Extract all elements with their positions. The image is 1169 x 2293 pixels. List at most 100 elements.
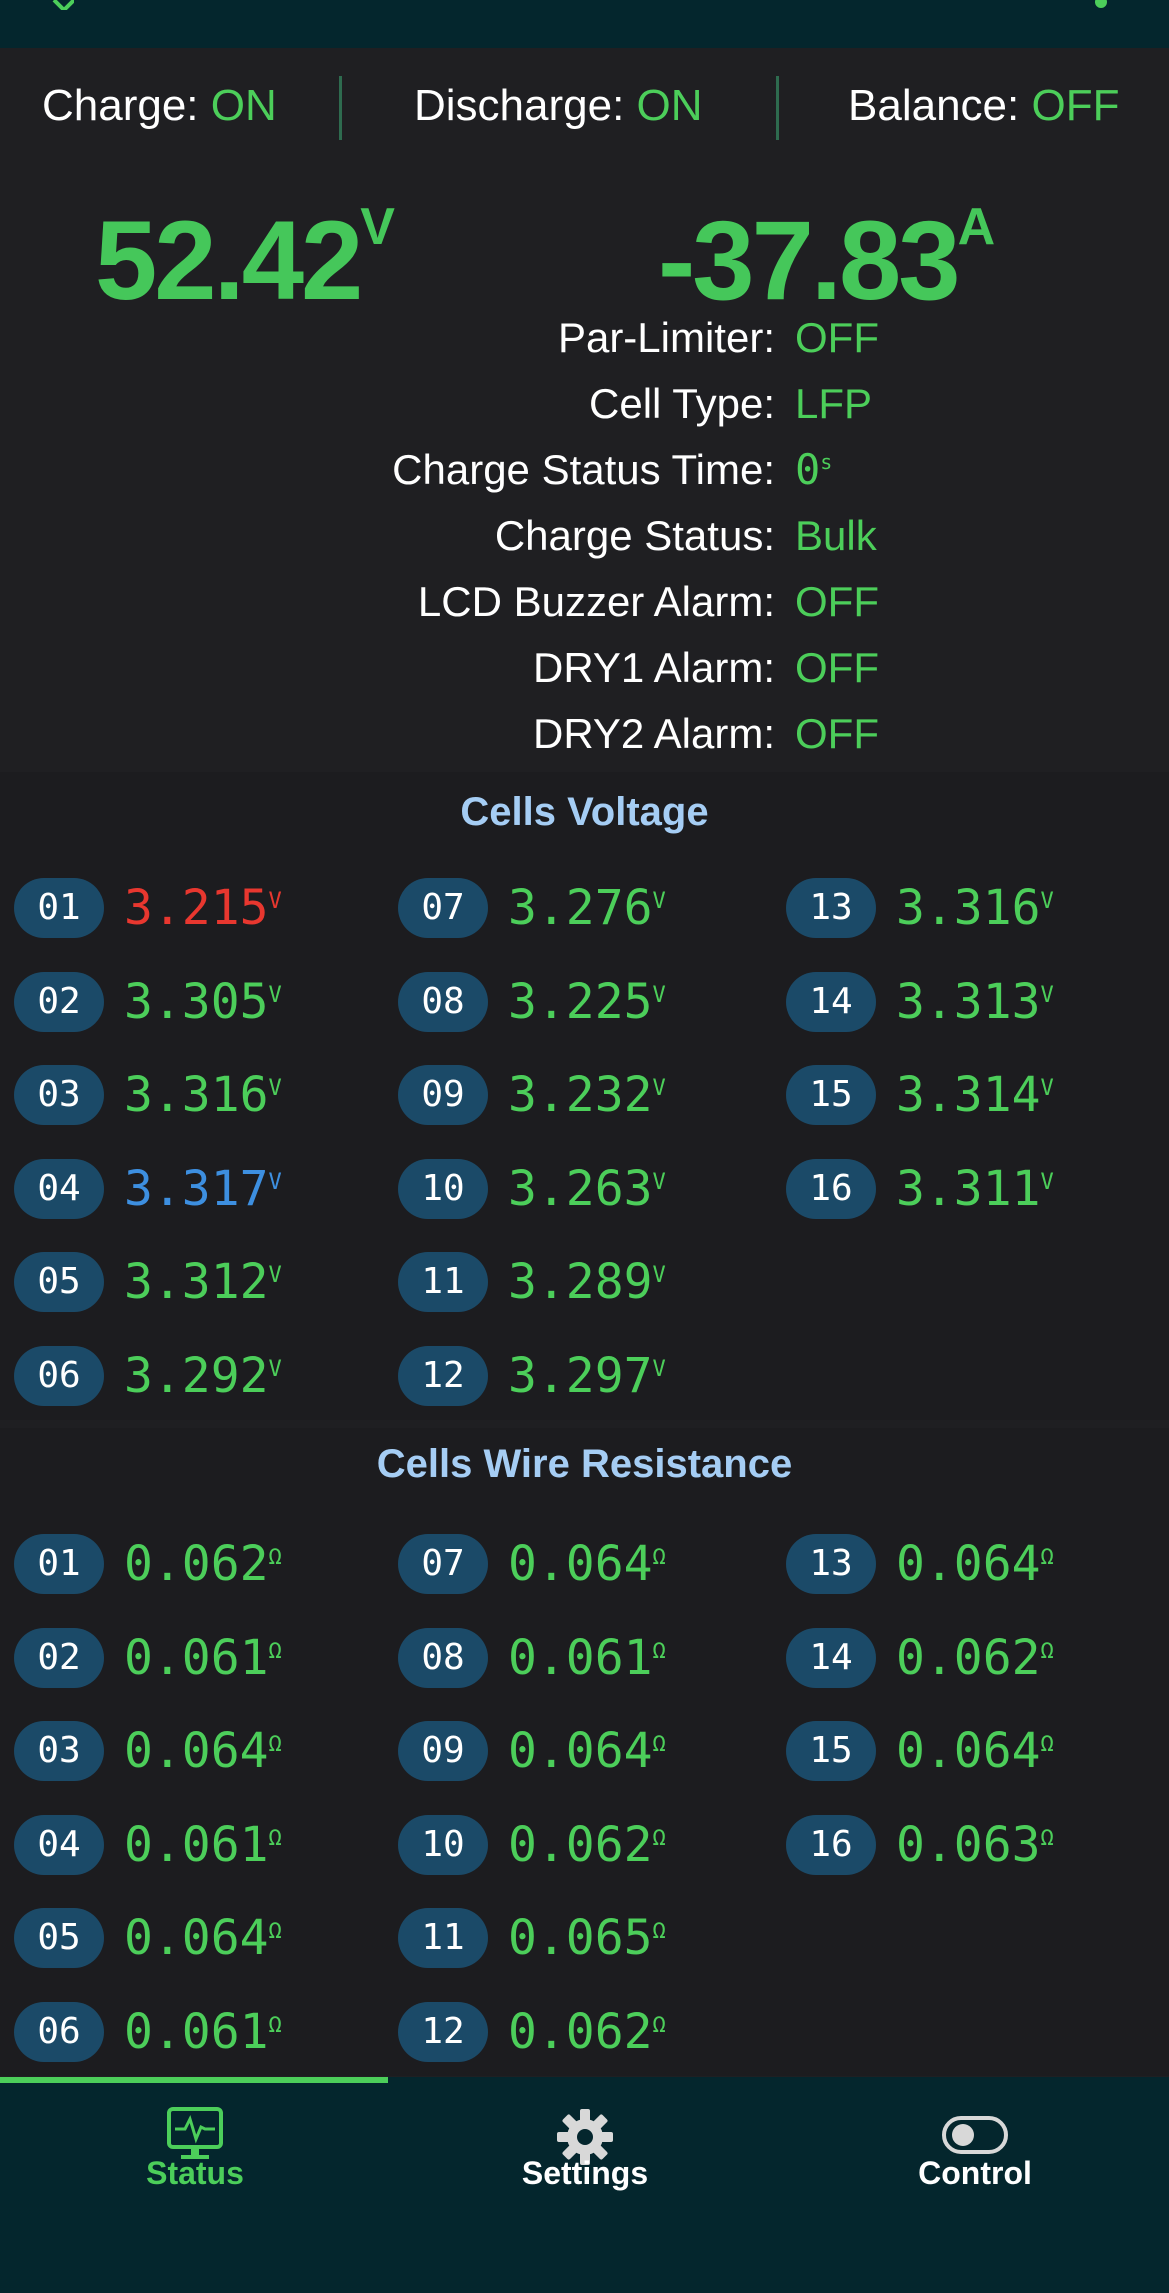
info-row-charge-status-time: Charge Status Time: 0s [0, 442, 1169, 498]
info-row-charge-status: Charge Status: Bulk [0, 508, 1169, 564]
cell-value-number: 0.062 [124, 1536, 269, 1592]
balance-label: Balance: [848, 81, 1020, 130]
cell-value-number: 0.062 [508, 2003, 653, 2060]
info-value: LFP [795, 380, 873, 427]
cell-value-number: 0.061 [124, 1629, 269, 1686]
cell-value-number: 3.225 [508, 973, 653, 1030]
cell-value-number: 3.232 [508, 1067, 653, 1123]
cell-value: 0.062Ω [124, 1530, 282, 1598]
cell-value: 3.316V [896, 874, 1054, 942]
cell-value-number: 0.064 [124, 1723, 269, 1779]
charge-status-time-unit: s [820, 450, 833, 474]
info-label: Par-Limiter: [557, 314, 775, 361]
cell-number-badge: 10 [398, 1814, 488, 1875]
cell-number-badge: 09 [398, 1721, 488, 1781]
cell-value: 0.061Ω [124, 1998, 282, 2066]
charge-value: ON [210, 81, 277, 130]
cell-value: 0.062Ω [896, 1624, 1054, 1692]
cell-value: 0.061Ω [124, 1811, 282, 1879]
info-value: OFF [795, 578, 879, 625]
cell-number-badge: 06 [14, 2001, 104, 2062]
cell-number-badge: 07 [398, 1534, 488, 1594]
balance-value: OFF [1031, 81, 1120, 130]
cell-value: 0.064Ω [124, 1904, 282, 1972]
cell-value-unit: Ω [652, 1545, 666, 1570]
discharge-label: Discharge: [414, 81, 625, 130]
cells-resistance-title: Cells Wire Resistance [376, 1442, 793, 1486]
cell-value-unit: Ω [652, 1732, 666, 1757]
switch-status-row: Charge: ON Discharge: ON Balance: OFF [0, 48, 1169, 168]
tab-status[interactable]: Status [0, 2083, 390, 2203]
cell-value-unit: Ω [1040, 1825, 1054, 1851]
cell-value-number: 3.292 [124, 1347, 269, 1404]
cell-number-badge: 02 [14, 1627, 104, 1688]
cell-number-badge: 15 [786, 1721, 876, 1781]
cell-number-badge: 09 [398, 1065, 488, 1125]
info-row-par-limiter: Par-Limiter: OFF [0, 310, 1169, 366]
cell-value-number: 0.064 [124, 1910, 269, 1966]
info-label: DRY1 Alarm: [533, 644, 775, 691]
cell-value-number: 3.312 [124, 1254, 269, 1310]
cell-number-badge: 05 [14, 1252, 104, 1312]
info-label: Charge Status Time: [392, 446, 775, 493]
divider [776, 76, 779, 140]
tab-control[interactable]: Control [780, 2083, 1169, 2203]
top-bar [0, 0, 1169, 48]
cell-value-unit: V [268, 1076, 282, 1101]
cell-value-number: 0.064 [508, 1536, 653, 1592]
info-row-dry1-alarm: DRY1 Alarm: OFF [0, 640, 1169, 696]
cell-value: 0.065Ω [508, 1904, 666, 1972]
cell-value-number: 0.063 [896, 1816, 1041, 1873]
cell-value: 3.292V [124, 1342, 282, 1410]
cell-value-number: 3.297 [508, 1347, 653, 1404]
pack-current: -37.83A [658, 201, 995, 317]
pack-current-value: -37.83 [658, 198, 961, 323]
cell-value: 3.316V [124, 1061, 282, 1129]
cell-value-number: 0.062 [508, 1816, 653, 1873]
pack-voltage: 52.42V [95, 201, 395, 317]
cell-value: 0.064Ω [124, 1717, 282, 1785]
cell-value-number: 0.061 [124, 2003, 269, 2060]
more-icon[interactable] [1093, 0, 1109, 12]
cell-value-number: 3.215 [124, 880, 269, 936]
cell-value: 3.305V [124, 968, 282, 1036]
cell-value-unit: V [268, 982, 282, 1008]
cell-value: 0.061Ω [508, 1624, 666, 1692]
cell-value-unit: Ω [1040, 1545, 1054, 1570]
cell-value-unit: V [268, 1356, 282, 1382]
cell-value-unit: Ω [268, 1825, 282, 1851]
cell-number-badge: 10 [398, 1158, 488, 1219]
cell-value-unit: Ω [652, 1638, 666, 1664]
cell-number-badge: 12 [398, 2001, 488, 2062]
cell-value-number: 3.263 [508, 1160, 653, 1217]
cell-value-unit: V [268, 889, 282, 914]
toggle-icon [942, 2116, 1008, 2154]
cell-value-unit: Ω [268, 1638, 282, 1664]
cell-value-unit: Ω [268, 2012, 282, 2038]
cell-value: 0.061Ω [124, 1624, 282, 1692]
cell-value-number: 3.316 [896, 880, 1041, 936]
cell-value-number: 0.065 [508, 1910, 653, 1966]
cell-value: 3.314V [896, 1061, 1054, 1129]
back-icon[interactable] [50, 0, 74, 10]
cell-value-unit: Ω [268, 1732, 282, 1757]
info-value: OFF [795, 314, 879, 361]
cell-value: 3.276V [508, 874, 666, 942]
tab-settings[interactable]: Settings [390, 2083, 780, 2203]
cell-value-number: 3.314 [896, 1067, 1041, 1123]
cell-value: 3.313V [896, 968, 1054, 1036]
cell-number-badge: 07 [398, 878, 488, 938]
info-label: DRY2 Alarm: [533, 710, 775, 757]
pack-voltage-unit: V [360, 198, 395, 256]
cell-value-number: 3.311 [896, 1160, 1041, 1217]
cell-value: 3.317V [124, 1155, 282, 1223]
cell-number-badge: 14 [786, 971, 876, 1032]
cell-number-badge: 03 [14, 1065, 104, 1125]
cell-number-badge: 16 [786, 1158, 876, 1219]
pack-current-unit: A [957, 198, 996, 256]
cell-number-badge: 12 [398, 1345, 488, 1406]
cell-value-unit: Ω [652, 2012, 666, 2038]
cell-number-badge: 08 [398, 1627, 488, 1688]
cell-value: 0.062Ω [508, 1998, 666, 2066]
cell-value-number: 0.062 [896, 1629, 1041, 1686]
